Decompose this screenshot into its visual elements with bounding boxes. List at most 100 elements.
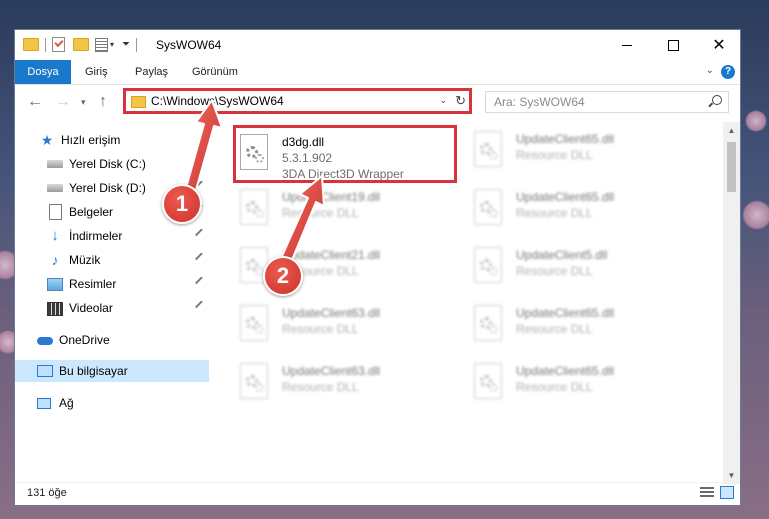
file-item[interactable]: UpdateClient63.dll Resource DLL [233,301,443,349]
sidebar-item-this-pc[interactable]: Bu bilgisayar [15,360,209,382]
file-description: Resource DLL [516,148,593,162]
new-folder-icon[interactable] [73,38,89,51]
minimize-button[interactable] [604,30,650,60]
dll-file-icon [474,247,504,285]
chevron-down-icon[interactable]: ▾ [110,40,114,49]
star-icon: ★ [40,132,54,148]
file-item[interactable]: UpdateClient19.dll Resource DLL [233,185,443,233]
vertical-scrollbar[interactable]: ▲ ▼ [723,122,740,484]
sidebar-item-label: Ağ [59,396,74,410]
ribbon-tabs: Dosya Giriş Paylaş Görünüm ⌄ ? [15,60,740,85]
file-item[interactable]: UpdateClient65.dll Resource DLL [467,359,677,407]
dll-file-icon [474,189,504,227]
file-item[interactable]: UpdateClient63.dll Resource DLL [233,359,443,407]
back-arrow-icon[interactable]: ← [27,93,43,111]
file-highlight-box [233,125,457,183]
pin-icon[interactable] [194,156,208,169]
details-icon[interactable] [95,37,108,52]
tab-share[interactable]: Paylaş [135,60,168,84]
file-name: UpdateClient63.dll [282,306,381,320]
customize-toolbar-icon[interactable]: ⏷ [122,39,130,50]
sidebar-item-music[interactable]: ♪ Müzik [15,249,209,271]
sidebar-item-label: OneDrive [59,333,110,347]
toolbar-separator [45,37,46,52]
sidebar-item-disk-c[interactable]: Yerel Disk (C:) [15,153,209,175]
videos-icon [47,300,63,316]
file-view: d3dg.dll 5.3.1.902 3DA Direct3D Wrapper … [211,122,727,482]
sidebar-item-label: Bu bilgisayar [59,364,128,378]
properties-check-icon[interactable] [52,37,65,52]
sidebar-item-downloads[interactable]: ↓ İndirmeler [15,225,209,247]
drive-icon [47,180,63,196]
network-icon [37,395,53,411]
item-count: 131 öğe [27,487,67,499]
folder-icon [23,38,39,51]
refresh-icon[interactable]: ↻ [455,93,466,109]
file-name: UpdateClient21.dll [282,248,381,262]
file-name: UpdateClient5.dll [516,248,608,262]
pin-icon[interactable] [194,276,208,289]
file-name: UpdateClient65.dll [516,306,615,320]
search-placeholder: Ara: SysWOW64 [494,95,585,109]
details-view-icon[interactable] [700,487,714,499]
scroll-up-icon[interactable]: ▲ [723,122,740,139]
sidebar-item-label: Resimler [69,277,117,291]
toolbar-separator [136,37,138,52]
pin-icon[interactable] [194,228,208,241]
pin-icon[interactable] [194,300,208,313]
address-path[interactable]: C:\Windows\SysWOW64 [151,94,284,108]
tab-file[interactable]: Dosya [15,60,71,84]
sidebar-item-label: Yerel Disk (C:) [69,157,146,171]
file-name: UpdateClient63.dll [282,364,381,378]
file-item[interactable]: UpdateClient65.dll Resource DLL [467,185,677,233]
large-icons-view-icon[interactable] [720,486,734,499]
file-description: Resource DLL [282,322,359,336]
tab-view[interactable]: Görünüm [192,60,238,84]
file-item[interactable]: UpdateClient65.dll Resource DLL [467,301,677,349]
pictures-icon [47,276,63,292]
search-icon[interactable] [712,95,722,105]
address-bar[interactable]: C:\Windows\SysWOW64 ⌄ ↻ [123,88,472,114]
file-description: Resource DLL [516,322,593,336]
search-input[interactable]: Ara: SysWOW64 [485,91,729,113]
quick-access-toolbar: ▾ ⏷ [23,37,143,52]
file-description: Resource DLL [516,206,593,220]
expand-ribbon-icon[interactable]: ⌄ [706,65,714,76]
up-arrow-icon[interactable]: ↑ [99,93,107,111]
file-description: Resource DLL [516,264,593,278]
desktop-blossom [742,200,769,230]
forward-arrow-icon[interactable]: → [55,93,71,111]
sidebar-item-label: Yerel Disk (D:) [69,181,146,195]
help-icon[interactable]: ? [721,65,735,79]
file-name: UpdateClient65.dll [516,132,615,146]
sidebar-item-label: Müzik [69,253,101,267]
sidebar-item-network[interactable]: Ağ [15,392,209,414]
sidebar-item-pictures[interactable]: Resimler [15,273,209,295]
dll-file-icon [240,363,270,401]
close-button[interactable]: ✕ [696,30,742,60]
recent-locations-icon[interactable]: ▾ [81,97,86,108]
file-description: Resource DLL [516,380,593,394]
sidebar-item-videos[interactable]: Videolar [15,297,209,319]
file-name: UpdateClient65.dll [516,190,615,204]
dll-file-icon [240,189,270,227]
pin-icon[interactable] [194,252,208,265]
tab-home[interactable]: Giriş [85,60,108,84]
sidebar-item-label: Belgeler [69,205,114,219]
scroll-thumb[interactable] [727,142,736,192]
window-title: SysWOW64 [156,38,222,52]
file-description: Resource DLL [282,380,359,394]
chevron-down-icon[interactable]: ⌄ [439,95,447,106]
callout-badge-2: 2 [263,256,303,296]
status-bar: 131 öğe [15,482,740,505]
drive-icon [47,156,63,172]
file-name: UpdateClient65.dll [516,364,615,378]
title-bar: ▾ ⏷ SysWOW64 ✕ [15,30,740,60]
sidebar-item-onedrive[interactable]: OneDrive [15,329,209,351]
file-item[interactable]: UpdateClient5.dll Resource DLL [467,243,677,291]
music-icon: ♪ [51,252,59,268]
file-item[interactable]: UpdateClient65.dll Resource DLL [467,127,677,175]
sidebar-item-quick-access[interactable]: ★ Hızlı erişim [15,129,209,151]
documents-icon [47,204,63,220]
maximize-button[interactable] [650,30,696,60]
